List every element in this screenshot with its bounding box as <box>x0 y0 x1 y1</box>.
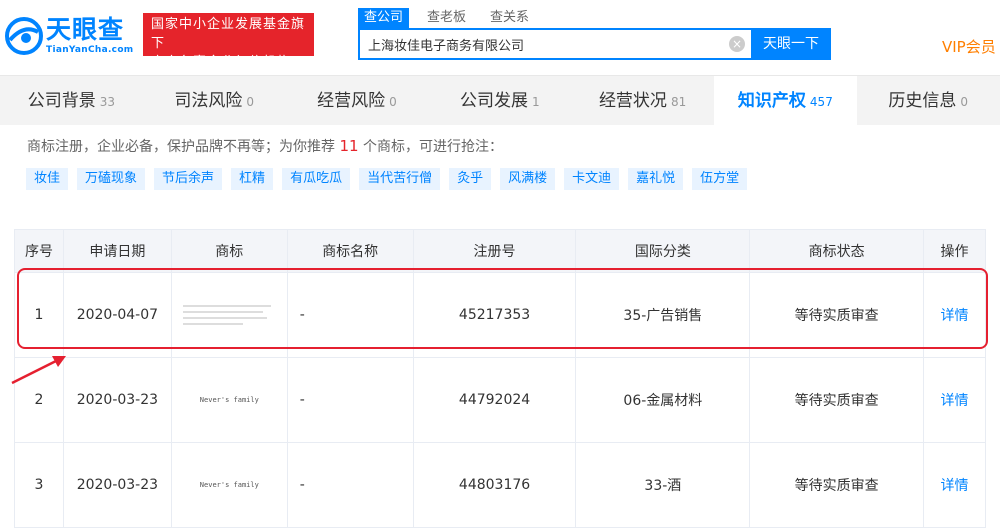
cell-mark: Never's family <box>170 442 288 528</box>
nav-label: 知识产权 <box>737 91 806 111</box>
certification-badge: 国家中小企业发展基金旗下 官方备案企业征信机构 <box>143 13 314 70</box>
search-input[interactable] <box>368 30 718 58</box>
detail-link[interactable]: 详情 <box>922 357 987 443</box>
table-header-row: 序号 申请日期 商标 商标名称 注册号 国际分类 商标状态 操作 <box>14 229 987 273</box>
cell-reg: 45217353 <box>412 272 577 358</box>
recommend-count: 11 <box>339 137 359 155</box>
col-header: 商标名称 <box>286 229 414 273</box>
tab-boss[interactable]: 查老板 <box>421 8 472 28</box>
nav-label: 经营状况 <box>598 91 667 111</box>
cell-no: 1 <box>14 272 64 358</box>
cell-name: - <box>286 442 414 528</box>
nav-count: 81 <box>670 95 687 109</box>
trademark-image[interactable]: Never's family <box>172 481 287 489</box>
logo-domain: TianYanCha.com <box>46 45 134 55</box>
cell-reg: 44803176 <box>412 442 577 528</box>
nav-intellectual-property[interactable]: 知识产权 457 <box>713 76 857 125</box>
col-header: 商标 <box>170 229 288 273</box>
search-tabs: 查公司 查老板 查关系 <box>358 8 547 28</box>
nav-count: 1 <box>531 95 540 109</box>
badge-line-2: 官方备案企业征信机构 <box>151 55 292 70</box>
trademark-tag[interactable]: 嘉礼悦 <box>628 168 684 190</box>
nav-operating-risk[interactable]: 经营风险 0 <box>286 76 429 125</box>
header: 天眼查 TianYanCha.com 国家中小企业发展基金旗下 官方备案企业征信… <box>0 0 1000 75</box>
nav-count: 33 <box>99 95 116 109</box>
section-nav: 公司背景 33 司法风险 0 经营风险 0 公司发展 1 经营状况 81 知识产权 457 … <box>0 75 1000 125</box>
tab-relation[interactable]: 查关系 <box>484 8 535 28</box>
nav-count: 0 <box>246 95 255 109</box>
cell-class: 06-金属材料 <box>575 357 751 443</box>
detail-link[interactable]: 详情 <box>922 442 987 528</box>
trademark-image[interactable]: Never's family <box>172 396 287 404</box>
trademark-tag[interactable]: 当代苦行僧 <box>359 168 441 190</box>
nav-label: 历史信息 <box>888 91 957 111</box>
tab-company[interactable]: 查公司 <box>358 8 410 28</box>
vip-link[interactable]: VIP会员 <box>942 36 996 57</box>
trademark-tag[interactable]: 万磕现象 <box>77 168 146 190</box>
cell-status: 等待实质审查 <box>749 357 924 443</box>
col-header: 申请日期 <box>62 229 172 273</box>
cell-date: 2020-04-07 <box>62 272 172 358</box>
search-button[interactable]: 天眼一下 <box>751 28 831 60</box>
trademark-tag[interactable]: 灸乎 <box>449 168 492 190</box>
cell-reg: 44792024 <box>412 357 577 443</box>
nav-judicial-risk[interactable]: 司法风险 0 <box>143 76 286 125</box>
trademark-tag[interactable]: 杠精 <box>231 168 274 190</box>
col-header: 商标状态 <box>749 229 924 273</box>
nav-count: 0 <box>389 95 397 109</box>
col-header: 序号 <box>14 229 64 273</box>
cell-name: - <box>286 357 414 443</box>
recommend-prefix: 商标注册，企业必备，保护品牌不再等；为你推荐 <box>27 139 335 155</box>
trademark-table: 序号 申请日期 商标 商标名称 注册号 国际分类 商标状态 操作 1 2020-… <box>14 229 987 528</box>
cell-class: 33-酒 <box>575 442 751 528</box>
nav-count: 0 <box>960 95 968 109</box>
cell-mark <box>170 272 288 358</box>
nav-history[interactable]: 历史信息 0 <box>857 76 1000 125</box>
trademark-tag[interactable]: 妆佳 <box>26 168 69 190</box>
trademark-image[interactable] <box>183 295 275 335</box>
recommend-suffix: 个商标，可进行抢注： <box>363 139 503 155</box>
cell-mark: Never's family <box>170 357 288 443</box>
nav-company-development[interactable]: 公司发展 1 <box>428 76 571 125</box>
cell-date: 2020-03-23 <box>62 357 172 443</box>
trademark-tag[interactable]: 有瓜吃瓜 <box>282 168 351 190</box>
cell-no: 3 <box>14 442 64 528</box>
nav-count: 457 <box>809 95 833 109</box>
clear-icon[interactable]: × <box>729 36 745 52</box>
cell-status: 等待实质审查 <box>749 442 924 528</box>
logo[interactable]: 天眼查 TianYanCha.com <box>4 10 136 62</box>
table-row: 2 2020-03-23 Never's family - 44792024 0… <box>14 357 987 443</box>
table-row: 1 2020-04-07 - 45217353 35-广告销售 等待实质审查 详… <box>14 272 987 358</box>
col-header: 注册号 <box>412 229 577 273</box>
search-box: × <box>358 28 751 60</box>
col-header: 操作 <box>922 229 987 273</box>
nav-label: 经营风险 <box>317 91 386 111</box>
recommend-text: 商标注册，企业必备，保护品牌不再等；为你推荐 11 个商标，可进行抢注： <box>27 136 503 156</box>
trademark-tag[interactable]: 节后余声 <box>154 168 223 190</box>
trademark-tag[interactable]: 卡文迪 <box>564 168 620 190</box>
trademark-tags: 妆佳 万磕现象 节后余声 杠精 有瓜吃瓜 当代苦行僧 灸乎 风满楼 卡文迪 嘉礼… <box>26 168 756 190</box>
detail-link[interactable]: 详情 <box>922 272 987 358</box>
col-header: 国际分类 <box>575 229 751 273</box>
badge-line-1: 国家中小企业发展基金旗下 <box>151 17 306 51</box>
nav-label: 司法风险 <box>174 91 243 111</box>
eye-logo-icon <box>5 17 43 55</box>
nav-operating-status[interactable]: 经营状况 81 <box>571 76 714 125</box>
nav-label: 公司发展 <box>459 91 528 111</box>
cell-name: - <box>286 272 414 358</box>
trademark-tag[interactable]: 风满楼 <box>500 168 556 190</box>
cell-date: 2020-03-23 <box>62 442 172 528</box>
logo-name: 天眼查 <box>46 15 125 44</box>
trademark-tag[interactable]: 伍方堂 <box>692 168 748 190</box>
nav-company-background[interactable]: 公司背景 33 <box>0 76 143 125</box>
cell-status: 等待实质审查 <box>749 272 924 358</box>
cell-class: 35-广告销售 <box>575 272 751 358</box>
nav-label: 公司背景 <box>27 91 96 111</box>
table-row: 3 2020-03-23 Never's family - 44803176 3… <box>14 442 987 528</box>
annotation-arrow-icon <box>11 356 66 385</box>
